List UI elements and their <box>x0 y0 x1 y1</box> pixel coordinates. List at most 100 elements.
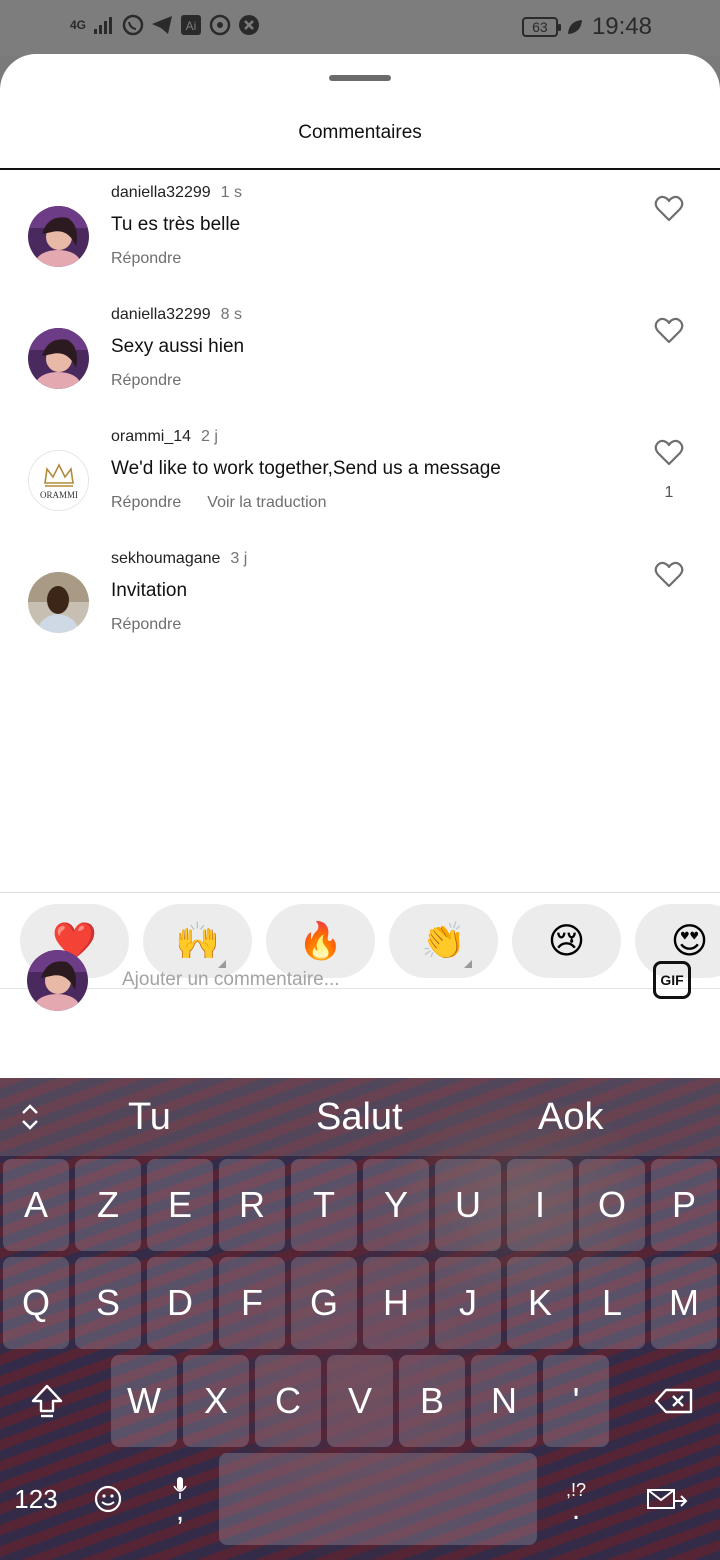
sports-app-icon <box>238 14 260 36</box>
suggestion-1[interactable]: Tu <box>128 1096 171 1139</box>
key-r[interactable]: R <box>219 1159 285 1251</box>
period-key[interactable]: ,!? . <box>546 1453 606 1545</box>
signal-icon <box>93 14 115 36</box>
key-n[interactable]: N <box>471 1355 537 1447</box>
key-l[interactable]: L <box>579 1257 645 1349</box>
key-v[interactable]: V <box>327 1355 393 1447</box>
comment-username[interactable]: daniella32299 <box>111 306 211 323</box>
comment-header: daniella32299 8 s <box>111 306 242 324</box>
key-m[interactable]: M <box>651 1257 717 1349</box>
key-y[interactable]: Y <box>363 1159 429 1251</box>
key-i[interactable]: I <box>507 1159 573 1251</box>
comment-item: daniella32299 1 s Tu es très belle Répond… <box>0 184 720 294</box>
battery-icon: 63 <box>521 17 561 37</box>
orammi-logo-text: ORAMMI <box>40 490 78 500</box>
space-key[interactable] <box>219 1453 537 1545</box>
key-j[interactable]: J <box>435 1257 501 1349</box>
telegram-icon <box>151 14 173 36</box>
heart-icon[interactable] <box>654 438 684 466</box>
comment-item: daniella32299 8 s Sexy aussi hien Répondr… <box>0 306 720 416</box>
heart-icon[interactable] <box>654 194 684 222</box>
svg-text:Ai: Ai <box>186 19 197 33</box>
reply-button[interactable]: Répondre <box>111 494 181 512</box>
reply-button[interactable]: Répondre <box>111 616 181 634</box>
ai-app-icon: Ai <box>180 14 202 36</box>
comment-actions: Répondre <box>111 372 181 390</box>
send-mail-icon <box>647 1489 688 1509</box>
backspace-key[interactable] <box>638 1355 710 1447</box>
heart-icon[interactable] <box>654 560 684 588</box>
clapping-emoji: 👏 <box>421 920 466 961</box>
comment-text: Tu es très belle <box>111 214 241 235</box>
key-c[interactable]: C <box>255 1355 321 1447</box>
shift-icon <box>31 1384 63 1418</box>
status-bar: 4G Ai 63 19:48 <box>0 0 720 56</box>
smiley-icon <box>94 1485 122 1513</box>
suggestion-strip: Tu Salut Aok <box>0 1078 720 1156</box>
comment-text: Sexy aussi hien <box>111 336 245 357</box>
reply-button[interactable]: Répondre <box>111 372 181 390</box>
football-icon <box>209 14 231 36</box>
avatar[interactable] <box>28 206 89 267</box>
key-f[interactable]: F <box>219 1257 285 1349</box>
key-k[interactable]: K <box>507 1257 573 1349</box>
reactions-divider <box>0 892 720 893</box>
comment-text: Invitation <box>111 580 188 601</box>
current-user-avatar <box>27 950 88 1011</box>
key-g[interactable]: G <box>291 1257 357 1349</box>
key-o[interactable]: O <box>579 1159 645 1251</box>
key-h[interactable]: H <box>363 1257 429 1349</box>
reply-button[interactable]: Répondre <box>111 250 181 268</box>
gif-button[interactable]: GIF <box>653 961 691 999</box>
comment-input[interactable] <box>110 958 610 1002</box>
expand-toolbar-icon[interactable] <box>18 1102 42 1132</box>
keyboard: Tu Salut Aok A Z E R T Y U I O P Q S D F… <box>0 1078 720 1560</box>
key-a[interactable]: A <box>3 1159 69 1251</box>
key-q[interactable]: Q <box>3 1257 69 1349</box>
key-t[interactable]: T <box>291 1159 357 1251</box>
key-u[interactable]: U <box>435 1159 501 1251</box>
heart-icon[interactable] <box>654 316 684 344</box>
comma-key[interactable]: , <box>148 1453 212 1545</box>
comment-header: sekhoumagane 3 j <box>111 550 247 568</box>
key-p[interactable]: P <box>651 1159 717 1251</box>
key-e[interactable]: E <box>147 1159 213 1251</box>
comment-header: orammi_14 2 j <box>111 428 218 446</box>
status-icons-right: 63 19:48 <box>521 13 652 41</box>
key-w[interactable]: W <box>111 1355 177 1447</box>
like-count: 1 <box>664 484 674 501</box>
key-apostrophe[interactable]: ' <box>543 1355 609 1447</box>
avatar[interactable] <box>28 572 89 633</box>
sheet-title: Commentaires <box>298 122 422 143</box>
comments-sheet: Commentaires daniella32299 1 s Tu es très… <box>0 54 720 1078</box>
shift-key[interactable] <box>14 1355 80 1447</box>
suggestion-2[interactable]: Salut <box>316 1096 403 1139</box>
comment-username[interactable]: daniella32299 <box>111 184 211 201</box>
comment-username[interactable]: sekhoumagane <box>111 550 220 567</box>
avatar[interactable]: ORAMMI <box>28 450 89 511</box>
comment-item: ORAMMI orammi_14 2 j We'd like to work to… <box>0 428 720 538</box>
comment-header: daniella32299 1 s <box>111 184 242 202</box>
key-b[interactable]: B <box>399 1355 465 1447</box>
comment-username[interactable]: orammi_14 <box>111 428 191 445</box>
send-key[interactable] <box>630 1453 704 1545</box>
key-d[interactable]: D <box>147 1257 213 1349</box>
comment-actions: Répondre Voir la traduction <box>111 494 326 512</box>
suggestion-3[interactable]: Aok <box>538 1096 603 1139</box>
avatar[interactable] <box>28 328 89 389</box>
comment-time: 2 j <box>201 428 218 445</box>
drag-handle[interactable] <box>329 75 391 81</box>
title-divider <box>0 168 720 170</box>
key-z[interactable]: Z <box>75 1159 141 1251</box>
numbers-key[interactable]: 123 <box>4 1453 68 1545</box>
comment-time: 3 j <box>230 550 248 567</box>
key-x[interactable]: X <box>183 1355 249 1447</box>
emoji-key[interactable] <box>78 1453 138 1545</box>
network-type-label: 4G <box>70 17 87 32</box>
comment-actions: Répondre <box>111 250 181 268</box>
key-s[interactable]: S <box>75 1257 141 1349</box>
comment-actions: Répondre <box>111 616 181 634</box>
clock-text: 19:48 <box>591 13 652 40</box>
status-icons-left: 4G Ai <box>70 14 260 36</box>
see-translation-button[interactable]: Voir la traduction <box>207 494 326 512</box>
